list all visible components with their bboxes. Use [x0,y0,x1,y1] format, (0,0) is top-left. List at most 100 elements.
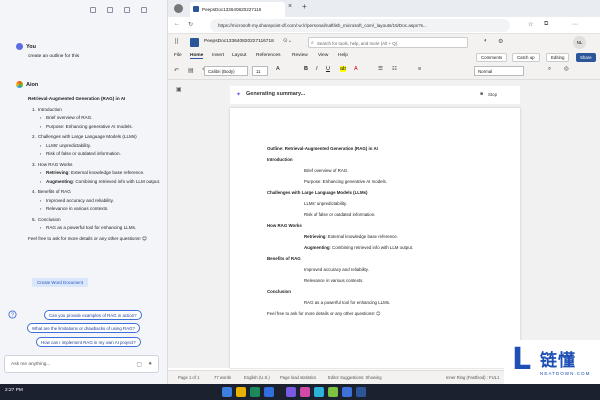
outline-section-heading: 5. Conclusion [28,215,163,225]
start-icon[interactable] [222,387,232,397]
new-tab-icon[interactable]: + [302,2,307,11]
section-number: 4. [32,189,36,194]
doc-bullet: LLMs' unpredictability. [304,201,347,206]
back-icon[interactable]: ← [174,21,180,27]
status-words: 77 words [214,375,231,380]
open-new-icon[interactable] [124,7,130,13]
ask-input[interactable]: Ask me anything... ▢ ● [4,355,159,373]
bullet-text: : External knowledge base reference. [68,170,145,175]
outline-bullet: ▪ Relevance in various contexts. [28,205,163,214]
ribbon-tab[interactable]: Layout [232,53,246,58]
copilot-logo-icon [16,81,23,88]
catch-up-button[interactable]: Catch up [512,53,540,62]
stop-icon[interactable]: ■ [480,91,483,97]
find-icon[interactable]: ⌕ [548,66,551,73]
font-size-select[interactable]: 11 [252,66,268,76]
user-name: You [26,43,36,50]
ribbon-tab[interactable]: Insert [212,53,224,58]
app-icon-2[interactable] [264,387,274,397]
status-language[interactable]: English (U.S.) [244,375,270,380]
bullet-text: LLMs' unpredictability. [46,142,91,148]
mic-icon[interactable]: ◐ [484,38,488,44]
status-inner-ring: Inner Ring (Fastfood) : FUL1 [446,375,500,380]
numbering-icon[interactable]: ☷ [392,66,397,72]
doc-heading: Introduction [267,157,293,162]
align-icon[interactable]: ≡ [418,66,421,72]
dictate-icon[interactable]: ◎ [564,66,569,72]
explorer-icon[interactable] [236,387,246,397]
app-icon-1[interactable] [250,387,260,397]
save-status-icon[interactable]: ⊙⌄ [283,38,292,44]
ribbon-tab[interactable]: References [256,53,281,58]
document-page[interactable]: Outline: Retrieval-Augmented Generation … [230,108,520,368]
word-taskbar-icon[interactable] [356,387,366,397]
app-launcher-icon[interactable]: ⠿ [174,38,179,46]
bullet-text: Relevance in various contexts. [46,206,109,211]
extensions-icon[interactable]: ⧉ [544,21,548,28]
search-box[interactable]: ⌕ Search for tools, help, and more (Alt … [308,37,468,48]
microphone-icon[interactable]: ● [148,361,152,367]
status-page-load[interactable]: Page load statistics [280,375,316,380]
browser-menu-icon[interactable]: ⋯ [572,21,578,28]
url-field[interactable]: https://microsoft-my.sharepoint-df.com/:… [210,19,510,32]
watermark-letter: L [512,342,532,377]
word-title-bar: ⠿ PeepsDoc133640820227116718 ⊙⌄ ⌕ Search… [168,34,600,51]
paste-icon[interactable]: ▤ [188,67,194,74]
bullets-icon[interactable]: ☰ [378,66,383,72]
section-number: 1. [32,106,36,112]
refresh-icon[interactable]: ↻ [188,21,193,28]
doc-bullet: Augmenting: Combining retrieved info wit… [304,245,413,250]
grow-font-icon[interactable]: A [276,66,280,72]
sidebar-close-icon[interactable] [141,7,147,13]
editing-mode-button[interactable]: Editing [546,53,570,62]
style-select[interactable]: Normal [474,66,524,76]
ribbon-tab[interactable]: Review [292,53,308,58]
user-avatar-initials[interactable]: NL [573,36,586,49]
section-heading-text: Introduction [37,106,62,112]
home-ribbon: ↶ ▤ ✎ Calibri (Body) 11 A B I U ab A ☰ ☷… [168,63,600,80]
status-editor[interactable]: Editor Suggestions: Showing [328,375,382,380]
document-title[interactable]: PeepsDoc133640820227116718 [204,39,274,44]
app-icon-3[interactable] [286,387,296,397]
create-word-document-button[interactable]: Create Word Document [32,278,89,287]
favorites-icon[interactable]: ☆ [528,21,533,28]
section-heading-text: Benefits of RAG [37,189,71,194]
app-icon-5[interactable] [328,387,338,397]
generating-summary-bar: ✦ Generating summary... ■ Stop [230,86,520,104]
ribbon-tab[interactable]: View [318,53,328,58]
font-color-icon[interactable]: A [354,66,358,72]
app-icon-4[interactable] [300,387,310,397]
app-icon-6[interactable] [342,387,352,397]
image-icon[interactable]: ▢ [136,361,142,368]
outline-bullet: ▪ Purpose: Enhancing generative AI models… [28,123,163,132]
underline-icon[interactable]: U [326,66,330,72]
ribbon-tab[interactable]: Help [338,53,348,58]
doc-text: Purpose: Enhancing generative AI models. [304,179,387,184]
browser-tab[interactable]: PeepsDoc133640820227116 [190,2,285,17]
tab-close-icon[interactable]: × [288,3,292,10]
italic-icon[interactable]: I [316,66,318,72]
ribbon-tab[interactable]: File [174,53,182,58]
font-name-select[interactable]: Calibri (Body) [204,66,248,76]
bot-name: Aion [26,81,39,88]
undo-icon[interactable]: ↶ [174,67,179,74]
suggestion-chip-2[interactable]: What are the limitations or drawbacks of… [27,323,140,333]
doc-bullet: Purpose: Enhancing generative AI models. [304,179,387,184]
edge-icon[interactable] [314,387,324,397]
settings-icon[interactable] [90,7,96,13]
comments-button[interactable]: Comments [476,53,508,62]
stop-label[interactable]: Stop [488,92,497,97]
tab-title: PeepsDoc133640820227116 [202,7,262,12]
suggestion-chip-1[interactable]: Can you provide examples of RAG in actio… [44,310,142,320]
highlight-icon[interactable]: ab [340,66,347,72]
share-button[interactable]: Share [576,53,596,62]
navigation-pane-icon[interactable]: ▣ [176,86,182,93]
bullet-icon: ▪ [40,143,42,148]
bold-icon[interactable]: B [304,66,308,72]
outline-section-heading: 2. Challenges with Large Language Models … [28,132,163,142]
suggestion-chip-3[interactable]: How can I implement RAG in my own AI pro… [36,337,141,347]
profile-icon[interactable] [174,4,183,13]
ribbon-tab[interactable]: Home [190,53,204,59]
word-settings-icon[interactable]: ⚙ [498,38,503,45]
more-icon[interactable] [107,7,113,13]
